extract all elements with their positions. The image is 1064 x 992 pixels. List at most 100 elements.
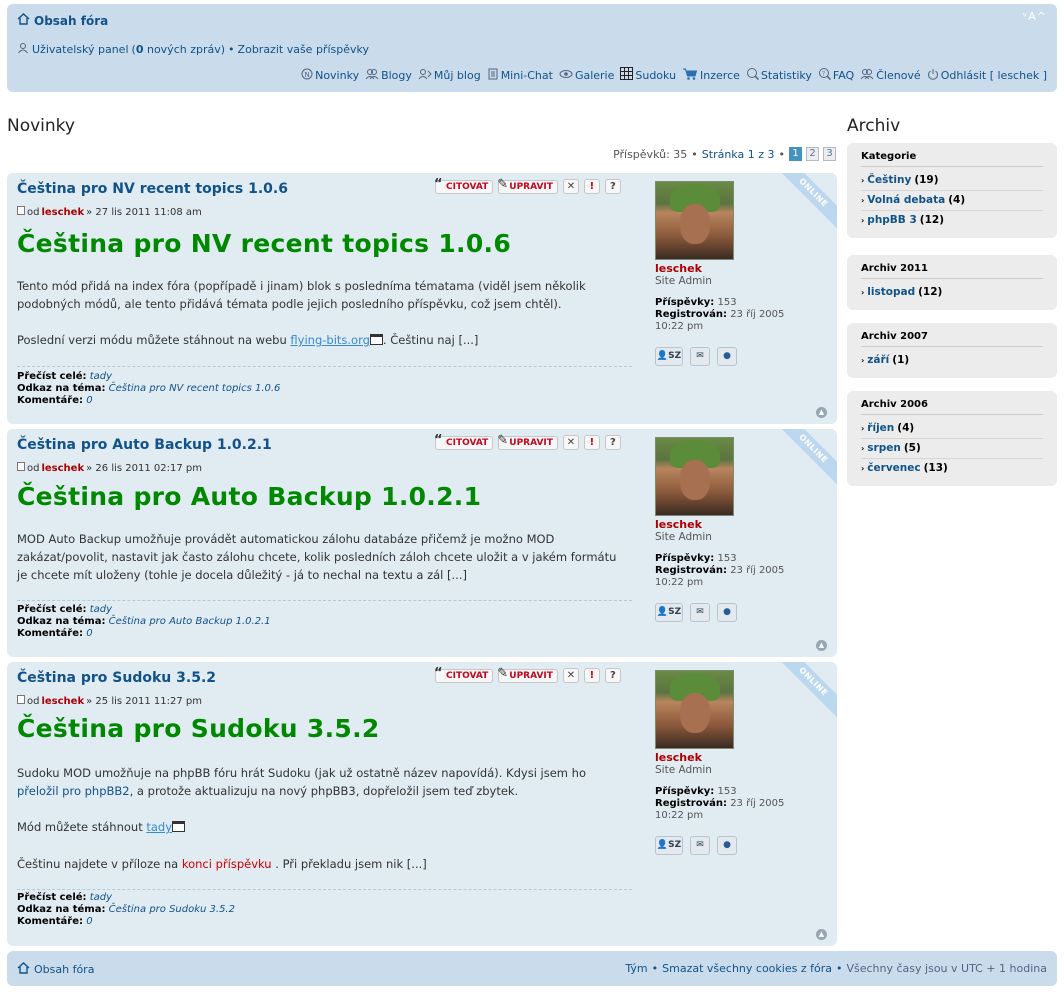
new-messages[interactable]: (0 nových zpráv) (132, 43, 226, 56)
pm-button[interactable]: 👤SZ (655, 836, 683, 855)
attachment-link[interactable]: konci příspěvku (182, 857, 272, 871)
post-icon (17, 206, 25, 218)
edit-button[interactable]: ✎ UPRAVIT (497, 177, 558, 194)
website-button[interactable]: ● (717, 836, 737, 855)
nav-my-blog[interactable]: Můj blog (418, 68, 481, 83)
email-button[interactable]: ✉ (690, 603, 710, 622)
read-more-link[interactable]: tady (90, 892, 112, 903)
nav-statistics[interactable]: Statistiky (746, 67, 812, 83)
sidebar-item[interactable]: › listopad (12) (861, 283, 1043, 302)
report-button[interactable]: ! (583, 435, 600, 450)
profile-name-link[interactable]: leschek (655, 751, 825, 764)
delete-button[interactable]: ✕ (562, 179, 579, 194)
sidebar-item-name: phpBB 3 (867, 214, 917, 226)
read-more-link[interactable]: tady (90, 371, 112, 382)
email-button[interactable]: ✉ (690, 347, 710, 366)
sidebar-item[interactable]: › září (1) (861, 351, 1043, 370)
post-title-link[interactable]: Čeština pro Auto Backup 1.0.2.1 (17, 437, 272, 453)
forum-index-link[interactable]: Obsah fóra (17, 13, 108, 28)
page-1-button[interactable]: 1 (789, 147, 802, 161)
profile-rank: Site Admin (655, 275, 712, 287)
sidebar-item[interactable]: › červenec (13) (861, 459, 1043, 478)
forum-index-label: Obsah fóra (34, 13, 109, 28)
close-icon: ✕ (566, 670, 576, 681)
sidebar-item[interactable]: › Češtiny (19) (861, 171, 1043, 191)
topic-link[interactable]: Čeština pro NV recent topics 1.0.6 (109, 383, 281, 394)
nav-members[interactable]: Členové (860, 68, 921, 83)
author-link[interactable]: leschek (41, 207, 84, 218)
sidebar-item[interactable]: › phpBB 3 (12) (861, 211, 1043, 230)
nav-blogs[interactable]: Blogy (365, 68, 412, 83)
back-to-top-button[interactable]: ▲ (816, 929, 827, 940)
nav-gallery[interactable]: Galerie (559, 68, 614, 83)
download-link[interactable]: tady (146, 820, 172, 834)
team-link[interactable]: Tým (625, 962, 647, 975)
quote-button[interactable]: “CITOVAT (434, 666, 494, 683)
back-to-top-button[interactable]: ▲ (816, 640, 827, 651)
font-size-toggle[interactable]: ᵛA^ (1023, 10, 1047, 23)
author-link[interactable]: leschek (41, 463, 84, 474)
nav-sudoku[interactable]: Sudoku (620, 67, 676, 83)
email-button[interactable]: ✉ (690, 836, 710, 855)
info-button[interactable]: ? (604, 179, 621, 194)
nav-news[interactable]: N Novinky (301, 68, 359, 83)
nav-ads[interactable]: Inzerce (682, 67, 740, 83)
text: . Při překladu jsem nik [...] (271, 856, 427, 871)
quote-button[interactable]: “CITOVAT (434, 433, 494, 450)
pm-button[interactable]: 👤SZ (655, 347, 683, 366)
arrow-up-icon: ▲ (818, 930, 825, 938)
page-jump-link[interactable]: Stránka 1 z 3 (702, 148, 775, 161)
sidebar-item[interactable]: › srpen (5) (861, 439, 1043, 459)
nav-mini-chat[interactable]: Mini-Chat (487, 68, 553, 83)
post-title-link[interactable]: Čeština pro NV recent topics 1.0.6 (17, 181, 288, 197)
comments-count[interactable]: 0 (86, 628, 92, 639)
comments-count[interactable]: 0 (86, 395, 92, 406)
edit-button[interactable]: ✎ UPRAVIT (497, 433, 558, 450)
delete-button[interactable]: ✕ (562, 435, 579, 450)
author-link[interactable]: leschek (41, 696, 84, 707)
nav-logout[interactable]: Odhlásit [ leschek ] (927, 68, 1047, 83)
read-more-link[interactable]: tady (90, 604, 112, 615)
delete-button[interactable]: ✕ (562, 668, 579, 683)
topic-link[interactable]: Čeština pro Auto Backup 1.0.2.1 (109, 616, 271, 627)
comments-count[interactable]: 0 (86, 916, 92, 927)
sidebar-item-count: (13) (923, 462, 948, 474)
website-button[interactable]: ● (717, 603, 737, 622)
sidebar-item[interactable]: › Volná debata (4) (861, 191, 1043, 211)
edit-button[interactable]: ✎ UPRAVIT (497, 666, 558, 683)
quote-button[interactable]: “CITOVAT (434, 177, 494, 194)
topic-link[interactable]: Čeština pro Sudoku 3.5.2 (109, 904, 235, 915)
post-buttons: “CITOVAT ✎ UPRAVIT ✕ ! ? (434, 177, 621, 194)
sidebar-item-name: červenec (867, 462, 921, 474)
post-paragraph: MOD Auto Backup umožňuje provádět automa… (17, 532, 617, 582)
bullet-icon: › (861, 423, 865, 433)
profile-name-link[interactable]: leschek (655, 518, 825, 531)
report-button[interactable]: ! (583, 668, 600, 683)
post-icon (17, 695, 25, 707)
website-button[interactable]: ● (717, 347, 737, 366)
external-link[interactable]: flying-bits.org (290, 333, 370, 347)
user-panel-link[interactable]: Uživatelský panel (32, 43, 129, 56)
bullet-icon: › (861, 287, 865, 297)
avatar[interactable] (655, 437, 734, 516)
footer-forum-index-link[interactable]: Obsah fóra (17, 962, 94, 977)
avatar[interactable] (655, 670, 734, 749)
external-link-icon (172, 819, 186, 837)
nav-faq[interactable]: ? FAQ (818, 67, 854, 83)
avatar[interactable] (655, 181, 734, 260)
info-button[interactable]: ? (604, 668, 621, 683)
profile-name-link[interactable]: leschek (655, 262, 825, 275)
page-2-button[interactable]: 2 (806, 147, 819, 161)
report-button[interactable]: ! (583, 179, 600, 194)
sidebar-box-2006: Archiv 2006 › říjen (4) › srpen (5) › červene… (847, 391, 1057, 486)
sidebar-item[interactable]: › říjen (4) (861, 419, 1043, 439)
page-3-button[interactable]: 3 (823, 147, 836, 161)
info-button[interactable]: ? (604, 435, 621, 450)
internal-link[interactable]: přeložil pro phpBB2 (17, 784, 130, 798)
show-posts-link[interactable]: Zobrazit vaše příspěvky (238, 43, 369, 56)
post-title-link[interactable]: Čeština pro Sudoku 3.5.2 (17, 670, 216, 686)
profile-posts: Příspěvky: 153 (655, 297, 825, 309)
pm-button[interactable]: 👤SZ (655, 603, 683, 622)
back-to-top-button[interactable]: ▲ (816, 407, 827, 418)
delete-cookies-link[interactable]: Smazat všechny cookies z fóra (662, 962, 832, 975)
